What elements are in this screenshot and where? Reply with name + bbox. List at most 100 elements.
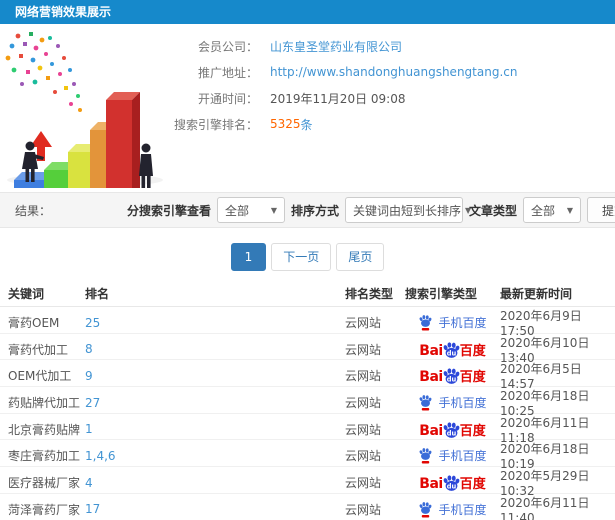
mobile-baidu-logo: 手机百度	[418, 394, 487, 411]
open-time-value: 2019年11月20日 09:08	[270, 91, 406, 106]
mobile-baidu-logo: 手机百度	[418, 501, 487, 518]
keyword-cell: 菏泽膏药厂家	[8, 502, 81, 517]
table-body: 膏药OEM 25 云网站 手机百度 2020年6月9日 17:50 膏药代加工 …	[0, 307, 615, 520]
rank-type-cell: 云网站	[345, 369, 382, 384]
rank-link[interactable]: 4	[85, 476, 345, 490]
rank-type-cell: 云网站	[345, 449, 382, 464]
table-row: 医疗器械厂家 4 云网站 Bai du 百度 2020年5月29日 10:32	[0, 467, 615, 498]
engine-view-label: 分搜索引擎查看	[126, 203, 211, 218]
engine-cell: Bai du 百度	[405, 420, 500, 439]
confetti-dots	[5, 32, 82, 112]
promo-url-link[interactable]: http://www.shandonghuangshengtang.cn	[270, 65, 517, 79]
keyword-cell: 药贴牌代加工	[8, 396, 81, 411]
baidu-logo-bai: Bai	[419, 422, 443, 439]
mobile-baidu-label: 手机百度	[438, 396, 487, 411]
results-table: 关键词 排名 排名类型 搜索引擎类型 最新更新时间 膏药OEM 25 云网站 手…	[0, 281, 615, 520]
baidu-paw-icon: du	[443, 422, 460, 438]
article-type-selected: 全部	[531, 203, 556, 218]
keyword-cell: 北京膏药贴牌	[8, 422, 81, 437]
member-company-row: 会员公司： 山东皇圣堂药业有限公司	[158, 33, 517, 59]
table-row: OEM代加工 9 云网站 Bai du 百度 2020年6月5日 14:57	[0, 360, 615, 391]
svg-text:du: du	[446, 376, 456, 384]
engine-cell: 手机百度	[405, 501, 500, 518]
member-company-label: 会员公司：	[197, 39, 258, 54]
article-type-label: 文章类型	[468, 203, 517, 218]
baidu-logo-cn: 百度	[459, 370, 486, 386]
ranking-count-row: 搜索引擎排名： 5325 条	[158, 111, 517, 137]
svg-text:du: du	[446, 482, 456, 490]
rank-type-cell: 云网站	[345, 342, 382, 357]
updated-time-cell: 2020年6月11日 11:40	[500, 495, 590, 520]
mobile-baidu-logo: 手机百度	[418, 314, 487, 331]
rank-type-cell: 云网站	[345, 316, 382, 330]
engine-cell: 手机百度	[405, 447, 500, 464]
baidu-logo-cn: 百度	[459, 423, 486, 439]
table-row: 枣庄膏药加工 1,4,6 云网站 手机百度 2020年6月18日 10:19	[0, 440, 615, 471]
member-company-link[interactable]: 山东皇圣堂药业有限公司	[270, 38, 402, 55]
baidu-paw-icon: du	[443, 342, 460, 358]
rank-link[interactable]: 1	[85, 422, 345, 436]
keyword-cell: OEM代加工	[8, 369, 72, 384]
engine-cell: Bai du 百度	[405, 473, 500, 492]
submit-button[interactable]: 提交	[587, 197, 615, 223]
header-engine-type: 搜索引擎类型	[405, 287, 478, 301]
sort-select[interactable]: 关键词由短到长排序 ▼	[344, 197, 471, 223]
baidu-paw-icon	[420, 315, 432, 331]
mobile-baidu-label: 手机百度	[438, 316, 487, 330]
page-button-current[interactable]: 1	[230, 243, 267, 271]
keyword-cell: 膏药代加工	[8, 342, 69, 357]
header-keyword: 关键词	[8, 287, 45, 301]
table-header-row: 关键词 排名 排名类型 搜索引擎类型 最新更新时间	[0, 281, 615, 307]
engine-view-select[interactable]: 全部 ▼	[216, 197, 285, 223]
baidu-logo-bai: Bai	[419, 369, 443, 386]
rank-link[interactable]: 9	[85, 369, 345, 383]
rank-type-cell: 云网站	[345, 502, 382, 517]
baidu-logo-bai: Bai	[419, 342, 443, 359]
sort-selected: 关键词由短到长排序	[352, 203, 461, 218]
last-page-button[interactable]: 尾页	[336, 243, 385, 271]
header-updated: 最新更新时间	[500, 287, 573, 301]
filter-bar: 结果： 分搜索引擎查看 全部 ▼ 排序方式 关键词由短到长排序 ▼ 文章类型 全…	[0, 192, 615, 228]
svg-text:du: du	[446, 429, 456, 437]
info-section: 会员公司： 山东皇圣堂药业有限公司 推广地址： http://www.shand…	[0, 24, 615, 192]
rank-link[interactable]: 17	[85, 502, 345, 516]
info-fields: 会员公司： 山东皇圣堂药业有限公司 推广地址： http://www.shand…	[158, 33, 517, 137]
chevron-down-icon: ▼	[566, 205, 573, 215]
table-row: 膏药代加工 8 云网站 Bai du 百度 2020年6月10日 13:40	[0, 334, 615, 365]
sort-label: 排序方式	[290, 203, 339, 218]
ranking-count-suffix: 条	[300, 117, 313, 132]
rank-link[interactable]: 27	[85, 396, 345, 410]
baidu-paw-icon	[420, 501, 432, 518]
engine-cell: 手机百度	[405, 314, 500, 331]
svg-text:du: du	[446, 349, 456, 357]
keyword-cell: 膏药OEM	[8, 316, 60, 330]
result-label: 结果：	[15, 203, 52, 218]
header-rank: 排名	[85, 287, 110, 301]
rank-link[interactable]: 25	[85, 316, 345, 330]
open-time-label: 开通时间：	[197, 91, 258, 106]
table-row: 北京膏药贴牌 1 云网站 Bai du 百度 2020年6月11日 11:18	[0, 414, 615, 445]
baidu-paw-icon: du	[443, 368, 460, 385]
rank-link[interactable]: 1,4,6	[85, 449, 345, 463]
promo-url-label: 推广地址：	[197, 65, 258, 80]
baidu-logo: Bai du 百度	[419, 473, 486, 493]
next-page-button[interactable]: 下一页	[271, 243, 332, 271]
ranking-count-value: 5325	[270, 117, 301, 131]
baidu-paw-icon	[420, 395, 432, 411]
table-row: 菏泽膏药厂家 17 云网站 手机百度 2020年6月11日 11:40	[0, 494, 615, 520]
baidu-logo-bai: Bai	[419, 476, 443, 493]
rank-type-cell: 云网站	[345, 422, 382, 437]
page: 网络营销效果展示 会员公司： 山东皇圣堂药业有限公司 推广地址： http://…	[0, 0, 615, 520]
article-type-select[interactable]: 全部 ▼	[523, 197, 581, 223]
rank-link[interactable]: 8	[85, 342, 345, 356]
baidu-logo-cn: 百度	[459, 343, 486, 359]
engine-view-selected: 全部	[224, 203, 249, 218]
keyword-cell: 医疗器械厂家	[8, 476, 81, 491]
rank-type-cell: 云网站	[345, 476, 382, 491]
baidu-paw-icon: du	[443, 475, 460, 491]
mobile-baidu-label: 手机百度	[438, 502, 487, 517]
mobile-baidu-label: 手机百度	[438, 449, 487, 464]
baidu-logo: Bai du 百度	[419, 366, 486, 386]
promo-url-row: 推广地址： http://www.shandonghuangshengtang.…	[158, 59, 517, 85]
baidu-paw-icon	[420, 448, 432, 464]
